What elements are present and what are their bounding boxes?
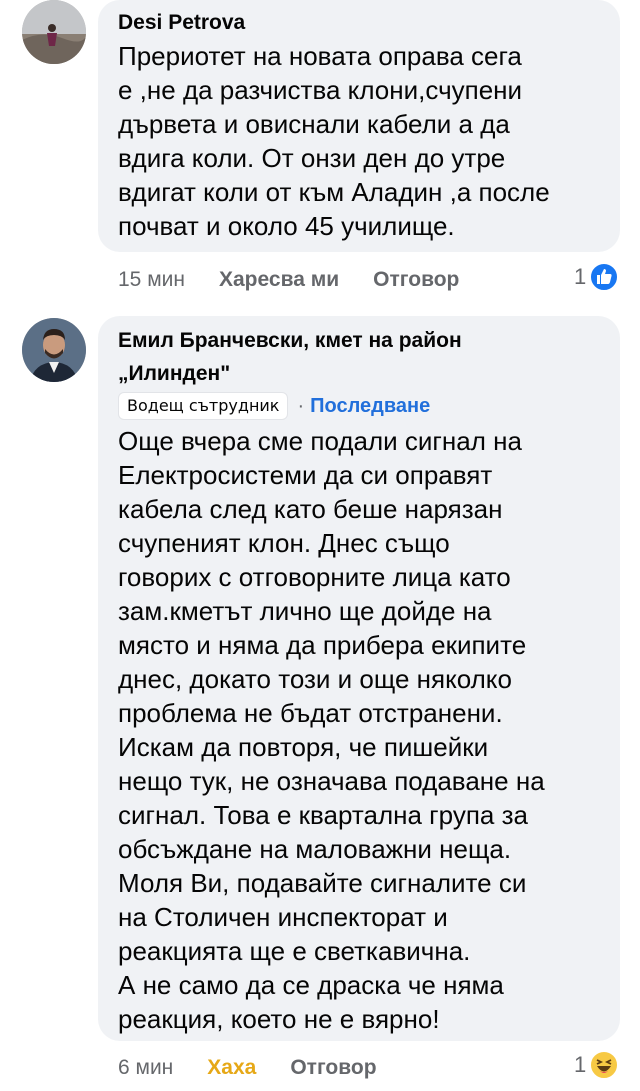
avatar-photo [22,0,86,64]
haha-reaction-button[interactable]: Хаха [207,1056,256,1080]
reaction-count: 1 [574,264,587,289]
comment-text: Още вчера сме подали сигнал на Електроси… [118,426,545,1034]
reaction-count: 1 [574,1052,587,1077]
avatar-emil-branchevski[interactable] [22,318,86,382]
comment-author[interactable]: Емил Бранчевски, кмет на район „Илинден" [118,324,602,390]
reply-button[interactable]: Отговор [373,268,459,292]
comment-text: Прериотет на новата оправа сега е ,не да… [118,41,550,241]
comment-actions: 15 мин Харесва ми Отговор [118,265,493,295]
reaction-summary[interactable]: 1 [574,1050,620,1080]
author-badge-row: Водещ сътрудник · Последване [118,392,602,420]
comment-time[interactable]: 15 мин [118,268,185,292]
comment-bubble-desi: Desi Petrova Прериотет на новата оправа … [98,0,620,252]
reply-button[interactable]: Отговор [290,1056,376,1080]
haha-icon [589,1050,620,1080]
author-name-line1: Емил Бранчевски, кмет на район [118,329,462,352]
like-button[interactable]: Харесва ми [219,268,339,292]
reaction-summary[interactable]: 1 [574,262,620,292]
avatar-photo [22,318,86,382]
like-icon [589,262,620,292]
comment-bubble-emil: Емил Бранчевски, кмет на район „Илинден"… [98,316,620,1041]
comment-actions: 6 мин Хаха Отговор [118,1053,411,1083]
follow-button[interactable]: Последване [310,395,430,418]
avatar-desi-petrova[interactable] [22,0,86,64]
author-name-line2: „Илинден" [118,362,231,385]
separator-dot: · [297,394,305,417]
top-contributor-badge[interactable]: Водещ сътрудник [118,392,289,420]
comment-author[interactable]: Desi Petrova [118,6,602,39]
comment-time[interactable]: 6 мин [118,1056,173,1080]
